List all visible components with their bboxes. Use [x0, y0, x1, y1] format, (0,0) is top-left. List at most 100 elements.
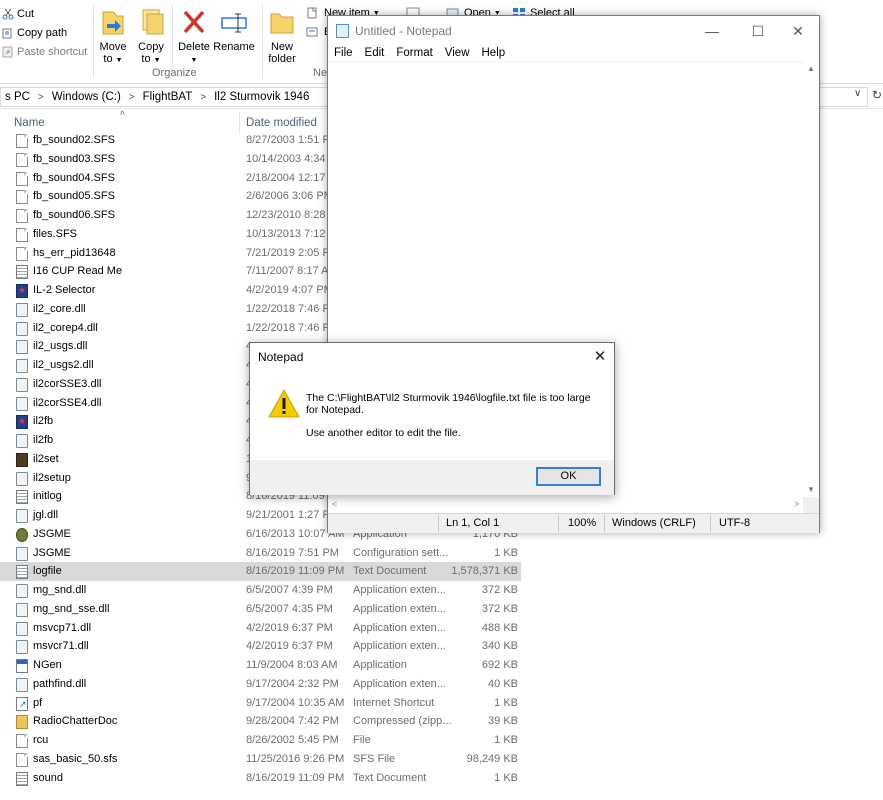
- vertical-scrollbar[interactable]: ▲ ▼: [803, 62, 819, 497]
- new-folder-button[interactable]: New folder: [262, 4, 302, 65]
- new-folder-icon: [266, 6, 298, 38]
- status-divider: [604, 515, 605, 532]
- ok-button[interactable]: OK: [536, 467, 601, 486]
- copy-path-button[interactable]: Copy path: [0, 23, 92, 42]
- address-dropdown-icon[interactable]: ∨: [854, 88, 861, 99]
- file-type: SFS File: [353, 752, 396, 765]
- file-row[interactable]: mg_snd_sse.dll 6/5/2007 4:35 PM Applicatio…: [0, 600, 883, 619]
- breadcrumb-flightbat[interactable]: FlightBAT: [143, 91, 193, 103]
- close-icon[interactable]: ✕: [586, 345, 614, 369]
- file-size: 1 KB: [494, 734, 518, 746]
- copy-to-label-2: to: [141, 53, 151, 65]
- move-to-button[interactable]: Move to ▼: [92, 4, 134, 67]
- cut-button[interactable]: Cut: [0, 4, 92, 23]
- file-row[interactable]: RadioChatterDoc 9/28/2004 7:42 PM Compress…: [0, 712, 883, 731]
- file-date: 8/16/2019 11:09 PM: [246, 771, 345, 784]
- chevron-right-icon[interactable]: >: [38, 92, 44, 103]
- file-date: 7/21/2019 2:05 PM: [246, 246, 339, 259]
- file-name: mg_snd_sse.dll: [33, 602, 110, 615]
- delete-button[interactable]: Delete ▼: [173, 4, 215, 67]
- document-icon: [16, 171, 28, 186]
- file-row[interactable]: pathfind.dll 9/17/2004 2:32 PM Application…: [0, 675, 883, 694]
- breadcrumb-drive[interactable]: Windows (C:): [52, 91, 121, 103]
- file-row[interactable]: msvcp71.dll 4/2/2019 6:37 PM Application e…: [0, 619, 883, 638]
- file-date: 8/16/2019 7:51 PM: [246, 546, 339, 559]
- file-name: il2corSSE3.dll: [33, 377, 102, 390]
- new-item-icon: [306, 7, 320, 19]
- document-icon: [16, 152, 28, 167]
- file-size: 40 KB: [488, 677, 518, 690]
- resize-grip[interactable]: [803, 497, 819, 513]
- scroll-down-icon[interactable]: ▼: [807, 485, 815, 494]
- document-icon: [16, 246, 28, 261]
- column-header-name[interactable]: Name: [14, 117, 45, 129]
- scroll-left-icon[interactable]: <: [332, 499, 337, 509]
- file-date: 4/2/2019 6:37 PM: [246, 621, 333, 634]
- file-size: 39 KB: [488, 715, 518, 728]
- file-date: 9/17/2004 2:32 PM: [246, 677, 339, 690]
- scroll-right-icon[interactable]: >: [794, 499, 799, 509]
- file-size: 372 KB: [481, 602, 518, 615]
- file-row[interactable]: logfile 8/16/2019 11:09 PM Text Document 1,…: [0, 562, 521, 581]
- move-to-icon: [97, 6, 129, 38]
- chevron-right-icon[interactable]: >: [200, 92, 206, 103]
- chevron-down-icon: ▼: [115, 57, 123, 64]
- scroll-up-icon[interactable]: ▲: [807, 64, 815, 73]
- file-type: Internet Shortcut: [353, 696, 435, 709]
- file-type: Application exten...: [353, 621, 446, 634]
- file-type: File: [353, 734, 371, 746]
- refresh-icon[interactable]: ↻: [872, 88, 882, 102]
- file-date: 1/22/2018 7:46 PM: [246, 302, 339, 315]
- file-row[interactable]: JSGME 8/16/2019 7:51 PM Configuration sett…: [0, 544, 883, 563]
- file-name: il2corSSE4.dll: [33, 396, 102, 409]
- move-to-label: Move: [99, 41, 127, 53]
- organize-group-label: Organize: [152, 67, 197, 79]
- file-size: 372 KB: [481, 584, 518, 596]
- clipboard-group: Cut Copy path Paste shortcut: [0, 4, 92, 61]
- file-row[interactable]: NGen 11/9/2004 8:03 AM Application 692 KB: [0, 656, 883, 675]
- file-name: RadioChatterDoc: [33, 715, 118, 728]
- paste-shortcut-button[interactable]: Paste shortcut: [0, 42, 92, 61]
- copy-to-button[interactable]: Copy to ▼: [130, 4, 172, 67]
- file-row[interactable]: mg_snd.dll 6/5/2007 4:39 PM Application ex…: [0, 581, 883, 600]
- file-row[interactable]: msvcr71.dll 4/2/2019 6:37 PM Application e…: [0, 637, 883, 656]
- file-row[interactable]: pf 9/17/2004 10:35 AM Internet Shortcut 1 K…: [0, 694, 883, 713]
- warning-icon: [268, 388, 300, 421]
- copy-path-icon: [2, 27, 14, 39]
- minimize-icon[interactable]: —: [692, 19, 732, 43]
- copy-to-icon: [135, 6, 167, 38]
- file-size: 1 KB: [494, 771, 518, 784]
- chevron-right-icon[interactable]: >: [129, 92, 135, 103]
- breadcrumb-this-pc[interactable]: s PC: [5, 91, 30, 103]
- column-header-date-modified[interactable]: Date modified: [246, 117, 317, 129]
- paste-shortcut-label: Paste shortcut: [17, 45, 88, 58]
- file-too-large-dialog: Notepad ✕ The C:\FlightBAT\Il2 Sturmovik…: [249, 342, 615, 495]
- notepad-title: Untitled - Notepad: [355, 24, 452, 38]
- maximize-icon[interactable]: ☐: [738, 19, 778, 43]
- breadcrumb-il2-folder[interactable]: Il2 Sturmovik 1946: [214, 91, 309, 103]
- file-row[interactable]: sas_basic_50.sfs 11/25/2016 9:26 PM SFS Fi…: [0, 750, 883, 769]
- document-icon: [16, 134, 28, 148]
- dialog-hint: Use another editor to edit the file.: [306, 427, 461, 439]
- file-row[interactable]: sound 8/16/2019 11:09 PM Text Document 1 KB: [0, 769, 883, 788]
- file-name: il2_usgs2.dll: [33, 359, 94, 371]
- dialog-title: Notepad: [258, 350, 304, 364]
- zip-folder-icon: [16, 715, 28, 730]
- file-date: 6/5/2007 4:39 PM: [246, 584, 333, 596]
- cut-label: Cut: [17, 7, 35, 20]
- dll-gear-icon: [16, 640, 28, 655]
- rename-button[interactable]: Rename: [212, 4, 256, 53]
- file-size: 1,578,371 KB: [451, 565, 518, 578]
- notepad-title-bar[interactable]: Untitled - Notepad — ☐ ✕: [328, 16, 819, 46]
- horizontal-scrollbar[interactable]: < >: [329, 497, 803, 513]
- document-icon: [16, 227, 28, 242]
- file-name: il2_corep4.dll: [33, 321, 98, 334]
- file-date: 7/11/2007 8:17 AM: [246, 265, 338, 278]
- file-name: fb_sound03.SFS: [33, 152, 115, 165]
- app-icon: [16, 415, 28, 430]
- file-row[interactable]: rcu 8/26/2002 5:45 PM File 1 KB: [0, 731, 883, 750]
- dll-gear-icon: [16, 340, 28, 355]
- exe-window-icon: [16, 659, 28, 673]
- close-icon[interactable]: ✕: [778, 19, 818, 43]
- app-icon: [16, 284, 28, 298]
